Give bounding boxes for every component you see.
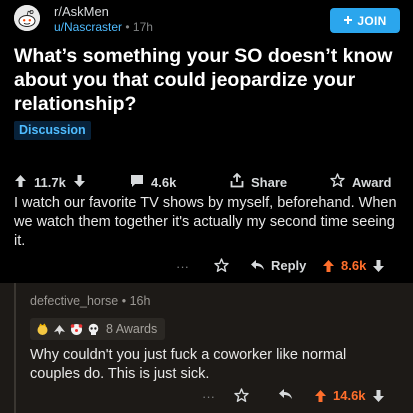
downvote-icon[interactable]: [73, 174, 86, 191]
award-icon: [330, 173, 345, 191]
wholesome-award-icon: [37, 323, 48, 335]
post-vote: 11.7k: [14, 172, 86, 192]
join-label: JOIN: [357, 13, 387, 28]
share-label: Share: [251, 174, 288, 190]
plus-icon: [343, 14, 353, 28]
op-comment-text: I watch our favorite TV shows by myself,…: [14, 195, 397, 249]
post-actions: 11.7k 4.6k Share Award: [14, 172, 400, 192]
helpful-award-icon: [54, 324, 65, 335]
join-button[interactable]: JOIN: [330, 8, 400, 33]
share-button[interactable]: Share: [230, 172, 287, 192]
more-options-icon[interactable]: ···: [202, 389, 215, 404]
award-label: Award: [352, 174, 392, 190]
reply-age: 16h: [129, 294, 151, 308]
reply-button[interactable]: Reply: [250, 258, 306, 273]
downvote-icon[interactable]: [372, 389, 385, 403]
upvote-icon[interactable]: [14, 174, 27, 191]
award-icon[interactable]: [214, 258, 229, 276]
comments-button[interactable]: 4.6k: [130, 172, 176, 192]
reply-comment-vote: 14.6k: [314, 388, 385, 403]
op-comment-vote: 8.6k: [322, 258, 385, 273]
op-comment-score: 8.6k: [341, 258, 367, 273]
subreddit-name[interactable]: r/AskMen: [54, 4, 109, 19]
upvote-icon[interactable]: [314, 389, 327, 403]
reply-icon[interactable]: [278, 388, 293, 404]
post-meta: u/Nascraster • 17h: [54, 20, 153, 34]
post-flair[interactable]: Discussion: [14, 121, 91, 140]
thread-line[interactable]: [14, 283, 16, 413]
share-icon: [230, 172, 244, 191]
comments-count: 4.6k: [151, 174, 177, 190]
award-icon[interactable]: [234, 388, 249, 406]
post-title[interactable]: What’s something your SO doesn’t know ab…: [14, 44, 406, 116]
subreddit-avatar[interactable]: [14, 5, 40, 31]
post-upvote-count: 11.7k: [34, 174, 66, 190]
awards-bar[interactable]: 8 Awards: [30, 318, 166, 340]
award-button[interactable]: Award: [330, 172, 392, 192]
more-options-icon[interactable]: ···: [176, 259, 189, 274]
meta-separator: •: [125, 20, 133, 34]
reply-comment-actions: ··· 14.6k: [200, 387, 400, 407]
post-age: 17h: [132, 20, 153, 34]
reply-author-meta: defective_horse • 16h: [30, 294, 150, 308]
post-header: r/AskMen u/Nascraster • 17h JOIN: [14, 4, 400, 34]
post-author[interactable]: u/Nascraster: [54, 20, 122, 34]
comment-icon: [130, 174, 144, 191]
op-comment-actions: ··· Reply 8.6k: [170, 257, 400, 277]
reply-text: Why couldn't you just fuck a coworker li…: [30, 347, 347, 382]
reply-icon: [251, 260, 264, 270]
downvote-icon[interactable]: [372, 259, 385, 273]
meta-separator: •: [121, 294, 130, 308]
reply-comment-score: 14.6k: [333, 388, 366, 403]
clown-award-icon: [70, 323, 83, 335]
skull-award-icon: [88, 323, 99, 335]
upvote-icon[interactable]: [322, 259, 335, 273]
reddit-alien-icon: [14, 5, 40, 31]
reply-author[interactable]: defective_horse: [30, 294, 118, 308]
reply-label: Reply: [271, 258, 307, 273]
post: r/AskMen u/Nascraster • 17h JOIN What’s …: [0, 0, 413, 283]
awards-count: 8 Awards: [106, 322, 158, 336]
